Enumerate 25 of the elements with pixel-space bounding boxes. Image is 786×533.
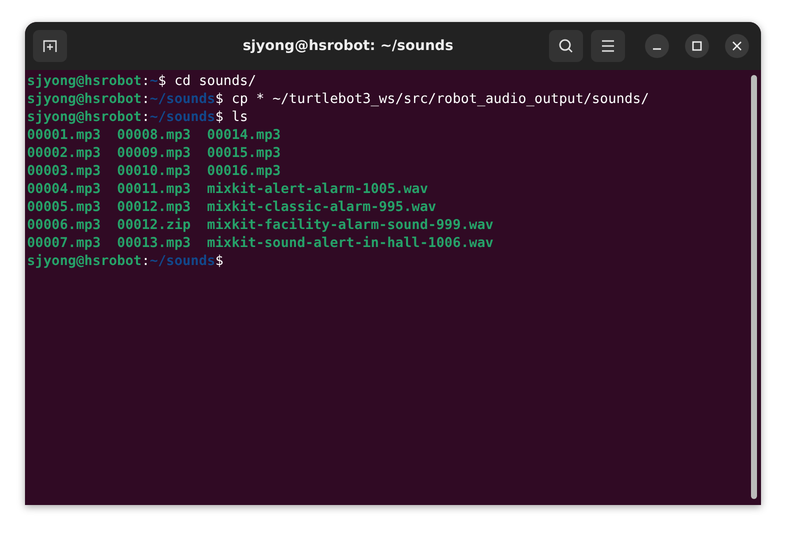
minimize-icon — [653, 48, 661, 50]
terminal-line: 00001.mp3 00008.mp3 00014.mp3 — [27, 126, 281, 144]
terminal-line: 00007.mp3 00013.mp3 mixkit-sound-alert-in-hall-1006.wav — [27, 234, 494, 252]
terminal-line: sjyong@hsrobot:~/sounds$ cp * ~/turtlebot3_ws/src/robot_audio_output/sounds/ — [27, 90, 650, 108]
terminal-line: 00005.mp3 00012.mp3 mixkit-classic-alarm-995.wav — [27, 198, 436, 216]
new-tab-icon — [42, 38, 58, 54]
terminal-line: sjyong@hsrobot:~/sounds$ ls — [27, 108, 248, 126]
menu-icon — [601, 40, 615, 52]
terminal-line: sjyong@hsrobot:~/sounds$ — [27, 252, 224, 270]
window-title: sjyong@hsrobot: ~/sounds — [242, 38, 454, 54]
maximize-button[interactable] — [685, 34, 709, 58]
search-button[interactable] — [549, 30, 583, 62]
close-icon — [732, 41, 742, 51]
terminal-line: 00004.mp3 00011.mp3 mixkit-alert-alarm-1005.wav — [27, 180, 428, 198]
search-icon — [558, 38, 574, 54]
terminal-line: 00002.mp3 00009.mp3 00015.mp3 — [27, 144, 281, 162]
terminal-line: 00003.mp3 00010.mp3 00016.mp3 — [27, 162, 281, 180]
terminal-line: sjyong@hsrobot:~$ cd sounds/ — [27, 72, 256, 90]
new-tab-button[interactable] — [33, 30, 67, 62]
menu-button[interactable] — [591, 30, 625, 62]
maximize-icon — [692, 41, 702, 51]
scrollbar[interactable] — [751, 75, 757, 499]
terminal-line: 00006.mp3 00012.zip mixkit-facility-alarm-sound-999.wav — [27, 216, 494, 234]
minimize-button[interactable] — [645, 34, 669, 58]
close-button[interactable] — [725, 34, 749, 58]
